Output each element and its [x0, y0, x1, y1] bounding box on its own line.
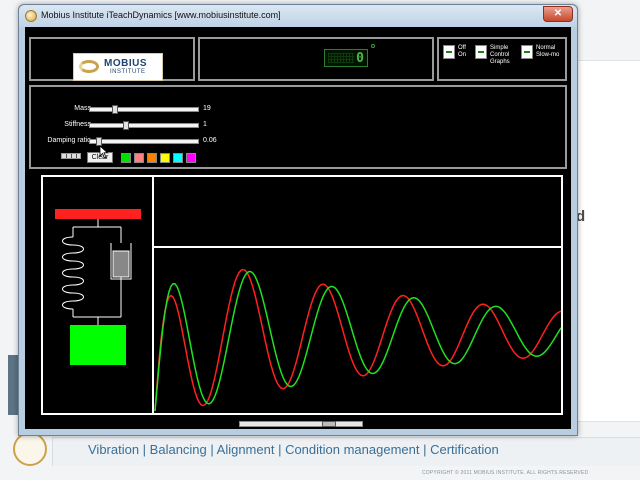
speed-toggle[interactable]: Normal Slow-mo	[521, 45, 559, 59]
logo-line2: INSTITUTE	[110, 69, 146, 75]
toggle-control-label: Control	[490, 52, 510, 58]
logo-panel: MOBIUS INSTITUTE	[29, 37, 195, 81]
response-series-line	[154, 270, 562, 412]
model-base	[55, 209, 141, 219]
mobius-swirl-icon	[79, 60, 99, 73]
title-bar[interactable]: Mobius Institute iTeachDynamics [www.mob…	[19, 5, 577, 27]
response-graph	[55, 177, 562, 413]
mobius-logo: MOBIUS INSTITUTE	[73, 53, 163, 81]
toggle-graphs-label: Graphs	[490, 59, 510, 65]
toggle-on-label: On	[458, 52, 467, 58]
lcd-value: 0	[356, 51, 364, 66]
damping-value: 0.06	[203, 137, 217, 144]
mass-label: Mass	[74, 105, 91, 112]
mass-value: 19	[203, 105, 211, 112]
mass-slider[interactable]	[89, 105, 199, 114]
footer-tagline: Vibration | Balancing | Alignment | Cond…	[88, 442, 499, 457]
mouse-pointer-icon	[99, 145, 109, 159]
color-swatch[interactable]	[173, 153, 183, 163]
power-toggle-labels: Off On	[458, 45, 466, 59]
speed-toggle-labels: Normal Slow-mo	[536, 45, 559, 59]
background-strip	[8, 355, 18, 415]
lcd-display: 0	[324, 49, 368, 67]
scrollbar-thumb[interactable]	[322, 421, 336, 427]
parameter-panel: Mass 19 Stiffness 1 Damping ratio 0.06 C…	[29, 85, 567, 169]
indicator-dot	[371, 44, 375, 48]
logo-line1: MOBIUS	[104, 58, 147, 69]
horizontal-scrollbar[interactable]	[239, 421, 363, 427]
toggle-simple-label: Simple	[490, 45, 509, 51]
color-swatch[interactable]	[121, 153, 131, 163]
options-panel: Off On Simple Control Graphs Normal Slow…	[437, 37, 567, 81]
step-control[interactable]	[61, 153, 81, 159]
mass-slider-thumb[interactable]	[112, 105, 119, 114]
stiffness-slider[interactable]	[89, 121, 199, 130]
toggle-off-label: Off	[458, 45, 466, 51]
graph-area	[41, 175, 563, 415]
close-button[interactable]: ✕	[543, 6, 573, 22]
spring-mass-damper-model	[55, 209, 141, 365]
site-logo-icon	[13, 432, 47, 466]
response-series-line	[154, 268, 562, 412]
color-swatch[interactable]	[160, 153, 170, 163]
toggle-slowmo-label: Slow-mo	[536, 52, 560, 58]
graphs-toggle-labels: Simple Control Graphs	[490, 45, 510, 66]
response-traces	[154, 268, 562, 412]
toggle-normal-label: Normal	[536, 45, 556, 51]
app-icon	[25, 10, 37, 22]
app-window: Mobius Institute iTeachDynamics [www.mob…	[18, 4, 578, 436]
graphs-switch-icon	[475, 45, 487, 59]
stiffness-value: 1	[203, 121, 207, 128]
copyright-text: COPYRIGHT © 2011 MOBIUS INSTITUTE. ALL R…	[422, 470, 589, 476]
power-toggle[interactable]: Off On	[443, 45, 466, 59]
power-switch-icon	[443, 45, 455, 59]
color-swatch[interactable]	[134, 153, 144, 163]
graphs-toggle[interactable]: Simple Control Graphs	[475, 45, 510, 66]
spring-icon	[62, 236, 84, 310]
damping-label: Damping ratio	[47, 137, 91, 144]
damping-slider[interactable]	[89, 137, 199, 146]
window-title: Mobius Institute iTeachDynamics [www.mob…	[41, 10, 281, 20]
color-swatch[interactable]	[147, 153, 157, 163]
close-icon: ✕	[553, 8, 563, 19]
color-swatch[interactable]	[186, 153, 196, 163]
stiffness-label: Stiffness	[64, 121, 91, 128]
model-mass	[70, 325, 126, 365]
readout-panel: 0	[198, 37, 434, 81]
speed-switch-icon	[521, 45, 533, 59]
stiffness-slider-thumb[interactable]	[122, 121, 129, 130]
simulation-canvas: MOBIUS INSTITUTE 0 Off On Simple Control…	[25, 27, 571, 429]
lcd-grid	[328, 53, 354, 63]
